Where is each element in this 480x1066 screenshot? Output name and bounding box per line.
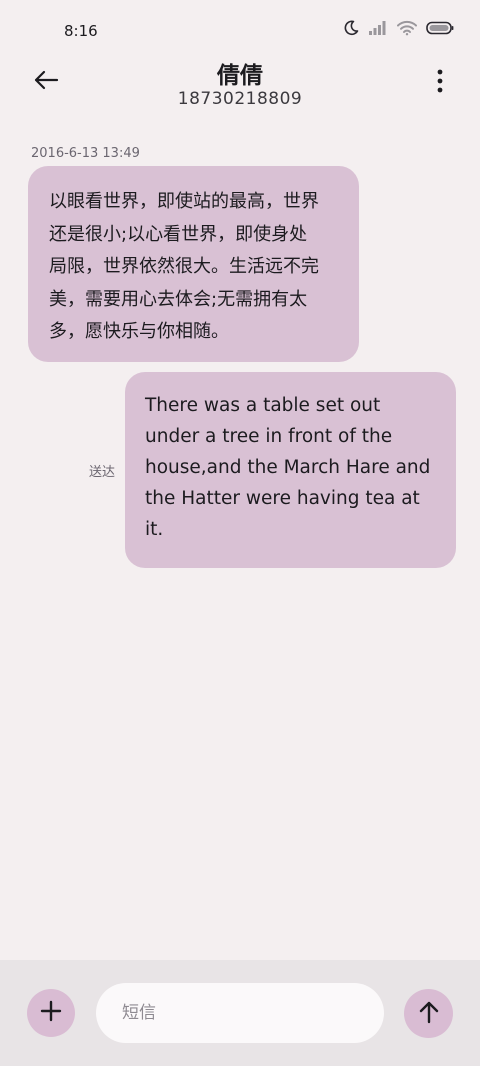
message-line: 多，愿快乐与你相随。 [49, 321, 229, 342]
incoming-message-bubble[interactable]: 以眼看世界，即使站的最高，世界 还是很小;以心看世界，即使身处 局限，世界依然很… [28, 166, 359, 362]
more-options-button[interactable] [430, 68, 450, 98]
message-line: 以眼看世界，即使站的最高，世界 [49, 191, 319, 212]
status-icons [343, 20, 454, 36]
delivery-status: 送达 [89, 465, 116, 480]
composer-bar [0, 960, 480, 1066]
message-line: under a tree in front of the [145, 426, 393, 447]
app-bar: 倩倩 18730218809 [0, 56, 480, 116]
status-time: 8:16 [64, 22, 98, 40]
add-attachment-button[interactable] [27, 989, 75, 1037]
message-line: 还是很小;以心看世界，即使身处 [49, 223, 308, 245]
contact-name: 倩倩 [217, 63, 263, 89]
battery-icon [426, 21, 454, 35]
status-bar: 8:16 [0, 0, 480, 62]
message-line: 美，需要用心去体会;无需拥有太 [49, 288, 308, 310]
signal-icon [368, 20, 388, 36]
message-line: it. [145, 519, 164, 540]
wifi-icon [397, 20, 417, 36]
plus-icon [40, 1000, 62, 1026]
message-line: 局限，世界依然很大。生活远不完 [49, 256, 319, 277]
more-vertical-icon [437, 69, 443, 97]
phone-number: 18730218809 [177, 89, 303, 109]
outgoing-message-bubble[interactable]: There was a table set out under a tree i… [125, 372, 456, 568]
message-input[interactable] [96, 983, 384, 1043]
send-button[interactable] [404, 989, 453, 1038]
moon-icon [343, 20, 359, 36]
message-line: house,and the March Hare and [145, 457, 431, 478]
message-line: the Hatter were having tea at [145, 488, 420, 509]
message-line: There was a table set out [145, 395, 381, 416]
arrow-up-icon [418, 1000, 440, 1028]
message-timestamp: 2016-6-13 13:49 [31, 146, 140, 161]
